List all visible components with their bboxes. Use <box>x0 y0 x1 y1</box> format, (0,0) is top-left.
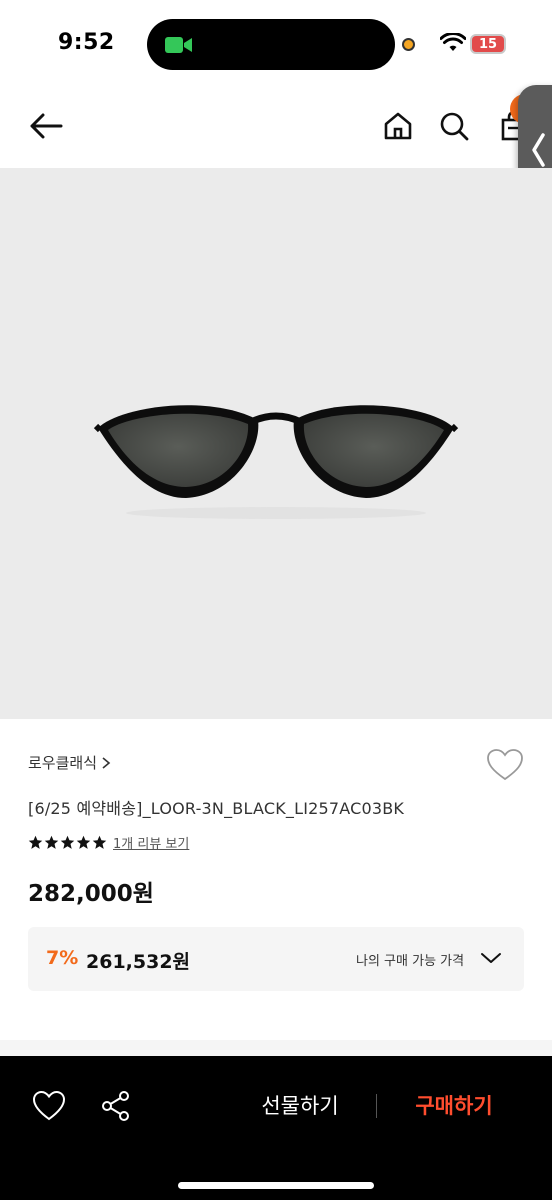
member-price-label: 나의 구매 가능 가격 <box>356 954 465 969</box>
home-button[interactable] <box>378 106 418 146</box>
back-arrow-icon <box>30 113 63 139</box>
heart-icon[interactable] <box>32 1090 66 1122</box>
product-image[interactable] <box>0 168 552 719</box>
chevron-right-icon <box>102 756 111 769</box>
product-title: [6/25 예약배송]_LOOR-3N_BLACK_LI257AC03BK <box>28 799 405 818</box>
review-link[interactable]: 1개 리뷰 보기 <box>113 833 189 852</box>
home-indicator <box>178 1182 374 1189</box>
button-separator <box>376 1094 377 1118</box>
wifi-icon <box>440 33 466 51</box>
heart-icon[interactable] <box>486 748 524 782</box>
brand-link[interactable]: 로우클래식 <box>28 752 111 773</box>
rating-stars <box>28 835 107 850</box>
share-icon[interactable] <box>100 1090 132 1122</box>
status-bar: 9:52 15 <box>0 0 552 88</box>
rating-row: 1개 리뷰 보기 <box>28 833 189 852</box>
section-divider <box>0 1040 552 1056</box>
chevron-down-icon[interactable] <box>480 949 502 967</box>
search-button[interactable] <box>434 106 474 146</box>
side-panel-chevron-icon <box>532 133 545 167</box>
star-icon <box>92 835 107 849</box>
status-time: 9:52 <box>58 30 115 55</box>
mic-in-use-dot <box>402 38 415 51</box>
star-icon <box>60 835 75 849</box>
bottom-action-bar: 선물하기 구매하기 <box>0 1056 552 1200</box>
star-icon <box>44 835 59 849</box>
product-info: 로우클래식 [6/25 예약배송]_LOOR-3N_BLACK_LI257AC0… <box>0 719 552 1039</box>
sunglasses-image <box>93 405 459 519</box>
battery-icon: 15 <box>470 34 506 54</box>
home-icon <box>384 112 412 140</box>
discount-price: 261,532원 <box>86 951 191 973</box>
star-icon <box>28 835 43 849</box>
dynamic-island <box>147 19 395 70</box>
gift-button[interactable]: 선물하기 <box>240 1088 360 1124</box>
search-icon <box>440 112 469 141</box>
buy-button[interactable]: 구매하기 <box>396 1088 512 1124</box>
brand-name: 로우클래식 <box>28 754 98 772</box>
facetime-camera-icon <box>165 37 192 53</box>
back-button[interactable] <box>24 106 68 146</box>
product-price: 282,000원 <box>28 881 154 907</box>
discount-rate: 7% <box>46 947 79 969</box>
app-header <box>0 88 552 168</box>
member-price-box[interactable]: 7% 261,532원 나의 구매 가능 가격 <box>28 927 524 991</box>
star-icon <box>76 835 91 849</box>
